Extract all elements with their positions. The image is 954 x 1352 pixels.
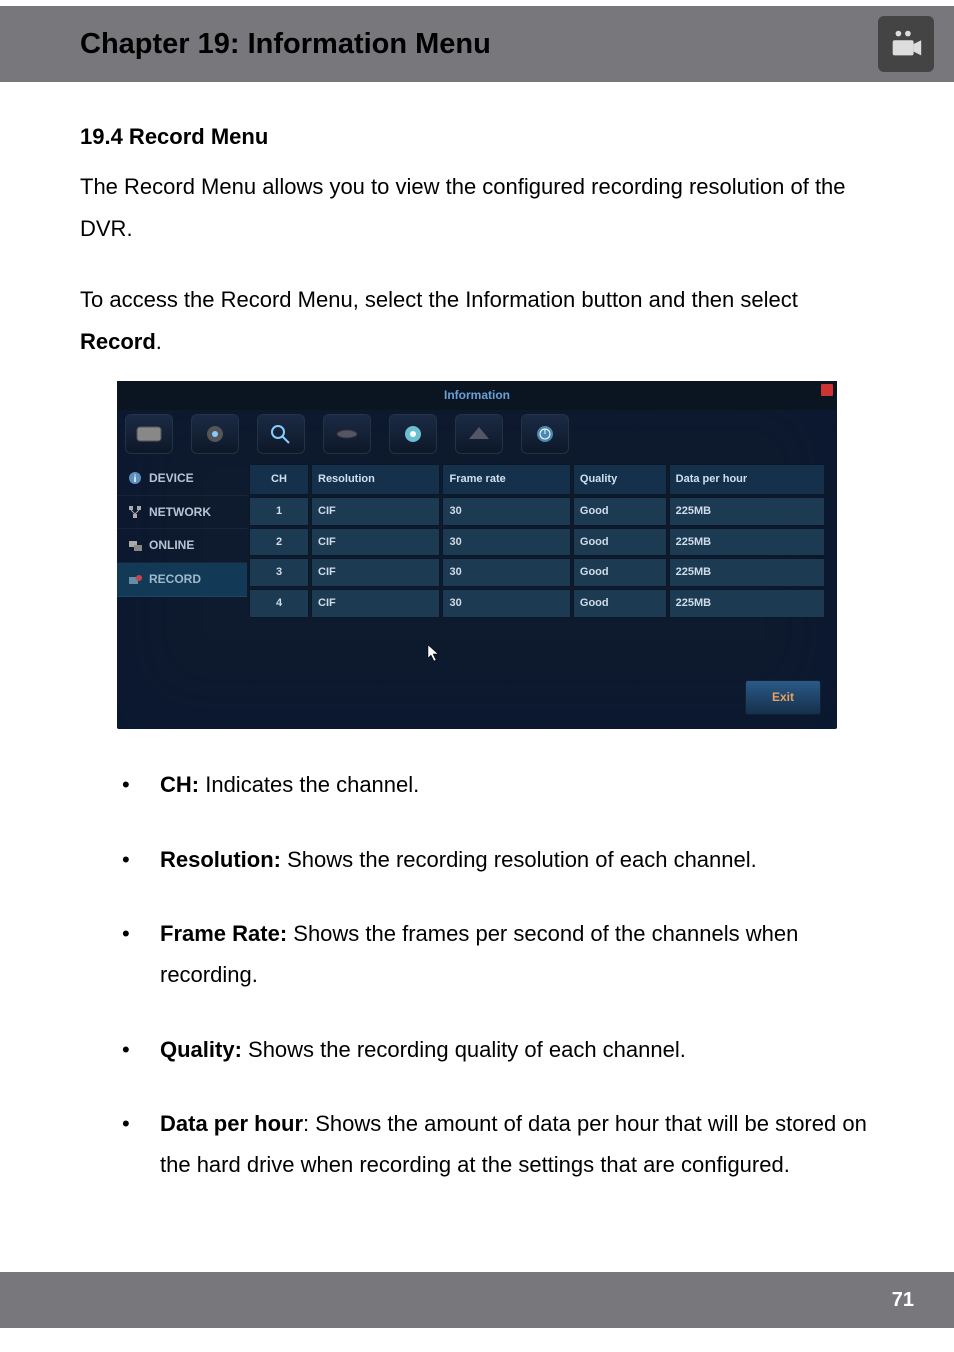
cell-ch: 1 [249, 497, 309, 526]
window-titlebar: Information [117, 381, 837, 410]
info-icon: i [127, 470, 143, 486]
list-item: CH: Indicates the channel. [110, 765, 874, 806]
cell-resolution: CIF [311, 528, 440, 557]
sidebar-label: DEVICE [149, 467, 194, 490]
toolbar-search-icon[interactable] [257, 414, 305, 454]
cell-resolution: CIF [311, 558, 440, 587]
page-number: 71 [892, 1289, 914, 1312]
footer-bar: 71 [0, 1272, 954, 1328]
instruction-paragraph: To access the Record Menu, select the In… [80, 279, 874, 363]
online-icon [127, 538, 143, 554]
record-table: CH Resolution Frame rate Quality Data pe… [247, 462, 837, 620]
sidebar-item-device[interactable]: i DEVICE [117, 462, 247, 496]
network-icon [127, 504, 143, 520]
cell-resolution: CIF [311, 497, 440, 526]
intro-paragraph: The Record Menu allows you to view the c… [80, 166, 874, 250]
bullet-label: Resolution: [160, 847, 281, 872]
chapter-title: Chapter 19: Information Menu [80, 28, 491, 61]
cell-data-per-hour: 225MB [669, 497, 825, 526]
bullet-label: CH: [160, 772, 199, 797]
dvr-screenshot: Information i DEVICE NETWORK [117, 381, 837, 729]
sidebar-label: NETWORK [149, 501, 211, 524]
col-quality: Quality [573, 464, 667, 495]
cell-ch: 3 [249, 558, 309, 587]
svg-text:i: i [134, 474, 137, 485]
list-item: Frame Rate: Shows the frames per second … [110, 914, 874, 995]
sidebar-item-online[interactable]: ONLINE [117, 529, 247, 563]
bullet-label: Frame Rate: [160, 921, 287, 946]
instruction-text-post: . [156, 329, 162, 354]
cell-frame-rate: 30 [442, 558, 570, 587]
exit-button[interactable]: Exit [745, 680, 821, 715]
toolbar-display-icon[interactable] [125, 414, 173, 454]
instruction-text-pre: To access the Record Menu, select the In… [80, 287, 798, 312]
table-row: 4 CIF 30 Good 225MB [249, 589, 825, 618]
cell-resolution: CIF [311, 589, 440, 618]
table-row: 3 CIF 30 Good 225MB [249, 558, 825, 587]
cell-frame-rate: 30 [442, 589, 570, 618]
sidebar-label: RECORD [149, 568, 201, 591]
record-icon [127, 572, 143, 588]
table-row: 1 CIF 30 Good 225MB [249, 497, 825, 526]
cell-data-per-hour: 225MB [669, 528, 825, 557]
cell-quality: Good [573, 558, 667, 587]
camera-icon [878, 16, 934, 72]
sidebar-item-record[interactable]: RECORD [117, 563, 247, 597]
toolbar-record-icon[interactable] [191, 414, 239, 454]
header-bar: Chapter 19: Information Menu [0, 0, 954, 88]
col-frame-rate: Frame rate [442, 464, 570, 495]
cell-frame-rate: 30 [442, 497, 570, 526]
toolbar-device-icon[interactable] [455, 414, 503, 454]
list-item: Quality: Shows the recording quality of … [110, 1030, 874, 1071]
list-item: Data per hour: Shows the amount of data … [110, 1104, 874, 1185]
content-area: 19.4 Record Menu The Record Menu allows … [0, 88, 954, 1186]
close-icon[interactable] [821, 384, 833, 396]
table-row: 2 CIF 30 Good 225MB [249, 528, 825, 557]
cell-ch: 2 [249, 528, 309, 557]
instruction-bold: Record [80, 329, 156, 354]
bullet-list: CH: Indicates the channel. Resolution: S… [80, 765, 874, 1186]
window-title: Information [444, 388, 510, 402]
cursor-icon [427, 643, 441, 673]
screenshot-footer: Exit [117, 620, 837, 729]
col-data-per-hour: Data per hour [669, 464, 825, 495]
col-ch: CH [249, 464, 309, 495]
col-resolution: Resolution [311, 464, 440, 495]
toolbar-alarm-icon[interactable] [389, 414, 437, 454]
cell-quality: Good [573, 589, 667, 618]
toolbar-system-icon[interactable] [521, 414, 569, 454]
section-title: 19.4 Record Menu [80, 116, 874, 158]
toolbar-network-icon[interactable] [323, 414, 371, 454]
cell-frame-rate: 30 [442, 528, 570, 557]
sidebar-label: ONLINE [149, 534, 194, 557]
bullet-text: Indicates the channel. [199, 772, 419, 797]
table-header-row: CH Resolution Frame rate Quality Data pe… [249, 464, 825, 495]
cell-data-per-hour: 225MB [669, 589, 825, 618]
cell-quality: Good [573, 528, 667, 557]
toolbar [117, 410, 837, 462]
sidebar-item-network[interactable]: NETWORK [117, 496, 247, 530]
cell-quality: Good [573, 497, 667, 526]
cell-ch: 4 [249, 589, 309, 618]
cell-data-per-hour: 225MB [669, 558, 825, 587]
sidebar: i DEVICE NETWORK ONLINE RECORD [117, 462, 247, 620]
bullet-label: Data per hour [160, 1111, 303, 1136]
bullet-label: Quality: [160, 1037, 242, 1062]
list-item: Resolution: Shows the recording resoluti… [110, 840, 874, 881]
bullet-text: Shows the recording quality of each chan… [242, 1037, 686, 1062]
bullet-text: Shows the recording resolution of each c… [281, 847, 757, 872]
